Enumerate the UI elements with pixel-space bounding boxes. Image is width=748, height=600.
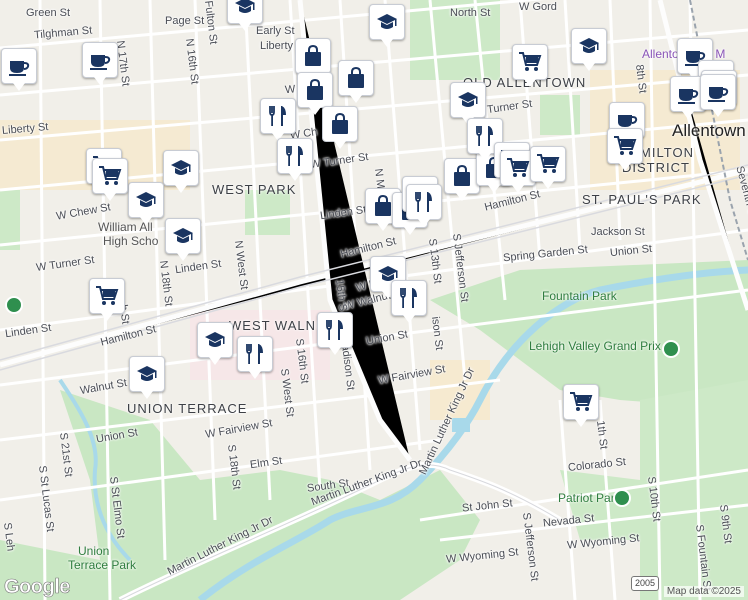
poi-label-union-terrace-park-2[interactable]: Terrace Park — [68, 559, 136, 572]
map-marker[interactable] — [295, 38, 331, 81]
poi-label-grand-prix[interactable]: Lehigh Valley Grand Prix — [529, 340, 661, 353]
street-label: Early St — [256, 25, 295, 37]
map-marker[interactable] — [607, 128, 643, 171]
map-marker[interactable] — [512, 44, 548, 87]
map-marker[interactable] — [338, 60, 374, 103]
street-label: S Leh — [1, 521, 17, 552]
map-marker[interactable] — [92, 158, 128, 201]
shopping-bag-icon — [454, 164, 470, 186]
street-label: W Gord — [519, 1, 557, 13]
map-canvas[interactable]: OLD ALLENTOWN WEST PARK ST. PAUL'S PARK … — [0, 0, 748, 600]
map-marker[interactable] — [571, 28, 607, 71]
street-label: N M — [372, 167, 387, 190]
school-icon — [171, 160, 191, 175]
tree-icon[interactable] — [613, 489, 631, 507]
restaurant-icon — [400, 288, 417, 308]
poi-pin-pink[interactable] — [5, 296, 23, 314]
grocery-cart-icon — [96, 286, 119, 305]
school-icon — [377, 14, 397, 29]
grocery-cart-icon — [99, 166, 122, 185]
grocery-cart-icon — [519, 52, 542, 71]
map-marker[interactable] — [563, 384, 599, 427]
map-marker[interactable] — [128, 182, 164, 225]
map-marker[interactable] — [391, 280, 427, 323]
map-marker[interactable] — [163, 150, 199, 193]
map-marker[interactable] — [260, 98, 296, 141]
grocery-cart-icon — [570, 392, 593, 411]
school-icon — [136, 192, 156, 207]
poi-label-union-terrace-park-1[interactable]: Union — [78, 545, 109, 558]
shopping-bag-icon — [348, 66, 364, 88]
map-marker[interactable] — [277, 138, 313, 181]
map-marker[interactable] — [530, 146, 566, 189]
map-marker[interactable] — [89, 278, 125, 321]
poi-label-fountain-park[interactable]: Fountain Park — [542, 290, 617, 303]
poi-pin-grand-prix[interactable] — [662, 340, 680, 358]
map-marker[interactable] — [82, 42, 118, 85]
grocery-cart-icon — [537, 154, 560, 173]
restaurant-icon — [286, 146, 303, 166]
cafe-icon — [90, 55, 111, 70]
street-label: Page St — [165, 15, 205, 27]
street-label: Green St — [26, 7, 71, 19]
map-marker[interactable] — [1, 48, 37, 91]
cafe-icon — [708, 87, 729, 102]
map-marker[interactable] — [317, 312, 353, 355]
map-marker[interactable] — [197, 322, 233, 365]
school-icon — [205, 332, 225, 347]
map-marker[interactable] — [297, 72, 333, 115]
shopping-bag-icon — [332, 112, 348, 134]
school-icon — [173, 228, 193, 243]
district-label-st-pauls-park: ST. PAUL'S PARK — [582, 192, 702, 207]
cafe-icon — [678, 89, 699, 104]
shopping-bag-icon — [307, 78, 323, 100]
school-icon — [235, 0, 255, 13]
map-marker[interactable] — [129, 356, 165, 399]
map-marker[interactable] — [237, 336, 273, 379]
restaurant-icon — [246, 344, 263, 364]
school-icon — [579, 38, 599, 53]
street-label: 1th St — [594, 419, 610, 450]
poi-label-patriot-park[interactable]: Patriot Park — [558, 492, 621, 505]
poi-label-william-allen-2[interactable]: High Scho — [103, 235, 158, 248]
map-marker[interactable] — [165, 218, 201, 261]
google-logo: Google — [4, 576, 71, 599]
school-icon — [458, 92, 478, 107]
map-marker[interactable] — [227, 0, 263, 31]
school-icon — [137, 366, 157, 381]
restaurant-icon — [269, 106, 286, 126]
map-marker[interactable] — [369, 4, 405, 47]
street-label: North St — [450, 7, 491, 19]
map-marker[interactable] — [406, 184, 442, 227]
cafe-icon — [9, 61, 30, 76]
restaurant-icon — [415, 192, 432, 212]
street-label: 8th St — [633, 63, 649, 94]
map-marker[interactable] — [322, 106, 358, 149]
grocery-cart-icon — [614, 136, 637, 155]
city-label: Allentown — [672, 121, 746, 140]
district-label-union-terrace: UNION TERRACE — [127, 401, 248, 416]
map-attribution[interactable]: Map data ©2025 — [663, 586, 744, 597]
restaurant-icon — [326, 320, 343, 340]
district-label-west-park: WEST PARK — [212, 182, 297, 197]
route-shield: 2005 — [631, 576, 659, 591]
map-marker[interactable] — [700, 74, 736, 117]
street-label: Jackson St — [591, 226, 645, 238]
map-marker[interactable] — [444, 158, 480, 201]
map-marker[interactable] — [450, 82, 486, 125]
grocery-cart-icon — [507, 158, 530, 177]
shopping-bag-icon — [305, 44, 321, 66]
